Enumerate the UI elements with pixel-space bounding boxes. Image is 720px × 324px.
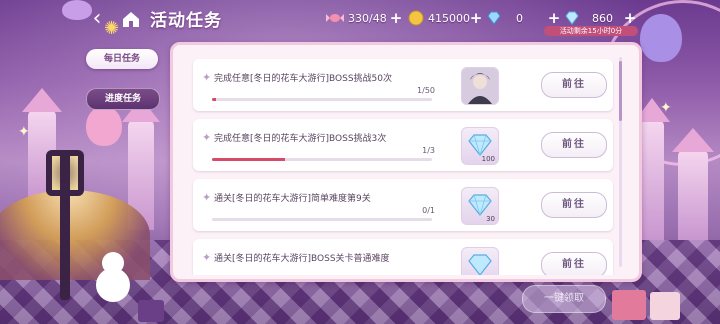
home-icon — [123, 12, 139, 27]
task-progress-text: 1/50 — [417, 86, 435, 95]
tab-progress-tasks[interactable]: 进度任务 — [86, 88, 160, 110]
resource-coin: 415000 — [408, 8, 470, 28]
task-progress-bar — [212, 98, 432, 101]
page-title: 活动任务 — [150, 11, 222, 31]
snowman — [96, 268, 130, 302]
resource-gem: 0 — [486, 8, 523, 28]
task-progress-text: 0/1 — [422, 206, 435, 215]
diamond-icon — [468, 254, 492, 275]
task-name: 完成任意[冬日的花车大游行]BOSS挑战50次 — [214, 74, 393, 84]
balloon — [86, 106, 122, 146]
task-name: 完成任意[冬日的花车大游行]BOSS挑战3次 — [214, 134, 387, 144]
sparkle-icon: ✦ — [202, 191, 212, 204]
candy-icon — [326, 14, 344, 22]
scroll-thumb[interactable] — [619, 61, 622, 121]
coin-count: 415000 — [428, 11, 470, 25]
tab-daily-tasks[interactable]: 每日任务 — [86, 49, 158, 69]
carousel — [0, 190, 150, 280]
task-progress-fill — [212, 158, 286, 161]
task-progress-bar — [212, 218, 432, 221]
top-bar: ‹ 活动任务 330/48 + 415000 + 0 + 860 + 活动剩余1… — [0, 0, 720, 36]
gift-box — [650, 292, 680, 320]
coin-icon — [408, 10, 424, 26]
task-progress-text: 1/3 — [422, 146, 435, 155]
sparkle-icon: ✦ — [202, 251, 212, 264]
task-row: ✦ 通关[冬日的花车大游行]简单难度第9关 0/1 30 前往 — [193, 179, 613, 231]
reward-quantity: 100 — [481, 155, 495, 163]
sparkle-icon: ✦ — [18, 124, 30, 140]
go-button[interactable]: 前往 — [541, 72, 607, 98]
go-button[interactable]: 前往 — [541, 132, 607, 158]
gem-blue-icon — [487, 11, 501, 25]
task-row: ✦ 完成任意[冬日的花车大游行]BOSS挑战3次 1/3 100 前往 — [193, 119, 613, 171]
reward-quantity: 30 — [486, 215, 495, 223]
resource-candy: 330/48 — [326, 8, 387, 28]
go-button[interactable]: 前往 — [541, 192, 607, 218]
task-progress-fill — [212, 98, 217, 101]
reward-item[interactable]: 30 — [461, 187, 499, 225]
gem-count: 0 — [516, 11, 523, 25]
reward-item[interactable]: 100 — [461, 127, 499, 165]
resource-diamond: 860 — [564, 8, 613, 28]
gift-box — [612, 290, 646, 320]
home-button[interactable] — [118, 7, 144, 31]
gift-box — [138, 300, 164, 322]
sparkle-icon: ✦ — [660, 100, 672, 116]
add-diamond-button[interactable]: + — [622, 10, 638, 26]
lamp-post — [60, 150, 70, 300]
task-list[interactable]: ✦ 完成任意[冬日的花车大游行]BOSS挑战50次 1/50 前往 ✦ 完成任意… — [181, 53, 621, 275]
castle-tower — [640, 120, 664, 240]
chevron-left-icon: ‹ — [92, 6, 102, 31]
back-button[interactable]: ‹ — [84, 6, 110, 32]
candy-count: 330/48 — [348, 11, 387, 25]
reward-item[interactable] — [461, 247, 499, 275]
reward-item[interactable] — [461, 67, 499, 105]
add-candy-button[interactable]: + — [388, 10, 404, 26]
character-portrait-icon — [462, 68, 498, 104]
claim-all-button[interactable]: 一键领取 — [522, 285, 606, 313]
task-row: ✦ 完成任意[冬日的花车大游行]BOSS挑战50次 1/50 前往 — [193, 59, 613, 111]
add-gem-button[interactable]: + — [546, 10, 562, 26]
task-name: 通关[冬日的花车大游行]BOSS关卡普通难度 — [214, 254, 390, 264]
scrollbar[interactable] — [619, 57, 622, 267]
sparkle-icon: ✦ — [202, 71, 212, 84]
task-row: ✦ 通关[冬日的花车大游行]BOSS关卡普通难度 前往 — [193, 239, 613, 275]
castle-tower — [678, 150, 708, 240]
sparkle-icon: ✦ — [202, 131, 212, 144]
task-name: 通关[冬日的花车大游行]简单难度第9关 — [214, 194, 371, 204]
go-button[interactable]: 前往 — [541, 252, 607, 275]
task-panel: ✦ 完成任意[冬日的花车大游行]BOSS挑战50次 1/50 前往 ✦ 完成任意… — [170, 42, 642, 282]
task-progress-bar — [212, 158, 432, 161]
diamond-icon — [565, 11, 579, 25]
diamond-count: 860 — [592, 11, 613, 25]
event-timer: 活动剩余15小时0分 — [544, 26, 638, 36]
add-coin-button[interactable]: + — [468, 10, 484, 26]
